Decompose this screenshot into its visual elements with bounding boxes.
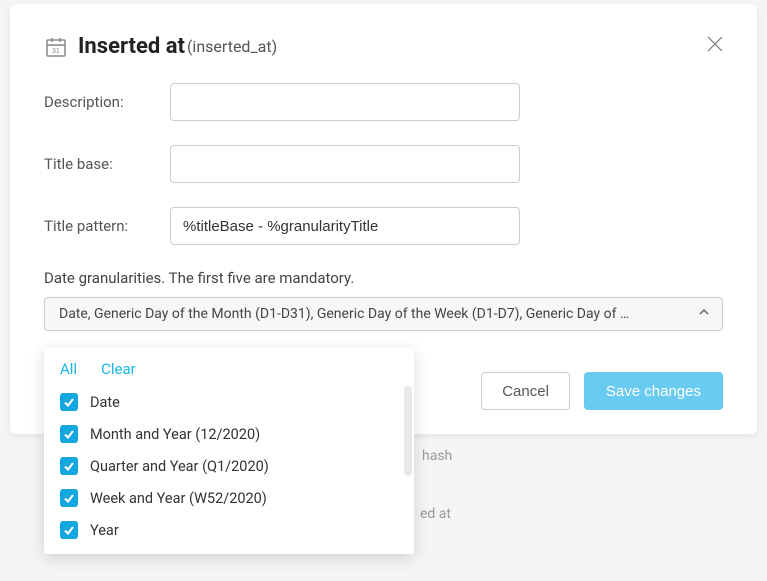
modal-header: 31 Inserted at (inserted_at): [44, 34, 723, 59]
background-text: ed at: [420, 506, 451, 522]
title-pattern-input[interactable]: [170, 207, 520, 245]
scrollbar[interactable]: [404, 386, 412, 476]
check-icon: [63, 524, 75, 536]
close-icon: [706, 35, 724, 53]
description-input[interactable]: [170, 83, 520, 121]
check-icon: [63, 460, 75, 472]
select-all-link[interactable]: All: [60, 360, 77, 378]
checkbox-row-date[interactable]: Date: [44, 386, 414, 418]
description-row: Description:: [44, 83, 723, 121]
checkbox-row-week-year[interactable]: Week and Year (W52/2020): [44, 482, 414, 514]
granularity-dropdown[interactable]: Date, Generic Day of the Month (D1-D31),…: [44, 297, 723, 331]
granularity-selected-summary: Date, Generic Day of the Month (D1-D31),…: [59, 306, 629, 322]
cancel-button[interactable]: Cancel: [481, 372, 570, 410]
background-text: hash: [422, 448, 452, 464]
title-pattern-row: Title pattern:: [44, 207, 723, 245]
checkbox-checked[interactable]: [60, 425, 78, 443]
modal-field-name: (inserted_at): [187, 37, 277, 56]
checkbox-list: Date Month and Year (12/2020) Quarter an…: [44, 386, 414, 546]
check-icon: [63, 396, 75, 408]
dropdown-actions: All Clear: [44, 358, 414, 386]
checkbox-checked[interactable]: [60, 457, 78, 475]
checkbox-row-year[interactable]: Year: [44, 514, 414, 546]
title-pattern-label: Title pattern:: [44, 217, 170, 235]
checkbox-label: Month and Year (12/2020): [90, 426, 260, 443]
checkbox-label: Week and Year (W52/2020): [90, 490, 267, 507]
check-icon: [63, 492, 75, 504]
calendar-icon: 31: [44, 35, 68, 59]
clear-all-link[interactable]: Clear: [101, 360, 136, 378]
checkbox-label: Date: [90, 394, 120, 411]
close-button[interactable]: [703, 32, 727, 56]
granularity-dropdown-panel: All Clear Date Month and Year (12/2020) …: [44, 348, 414, 554]
checkbox-label: Quarter and Year (Q1/2020): [90, 458, 269, 475]
title-base-input[interactable]: [170, 145, 520, 183]
modal-title: Inserted at: [78, 34, 185, 59]
checkbox-checked[interactable]: [60, 393, 78, 411]
title-base-row: Title base:: [44, 145, 723, 183]
checkbox-row-month-year[interactable]: Month and Year (12/2020): [44, 418, 414, 450]
chevron-up-icon: [698, 306, 710, 322]
modal-actions: Cancel Save changes: [481, 372, 723, 410]
granularity-heading: Date granularities. The first five are m…: [44, 269, 723, 287]
title-base-label: Title base:: [44, 155, 170, 173]
check-icon: [63, 428, 75, 440]
checkbox-label: Year: [90, 522, 119, 539]
checkbox-row-quarter-year[interactable]: Quarter and Year (Q1/2020): [44, 450, 414, 482]
description-label: Description:: [44, 93, 170, 111]
save-button[interactable]: Save changes: [584, 372, 723, 410]
checkbox-checked[interactable]: [60, 489, 78, 507]
checkbox-checked[interactable]: [60, 521, 78, 539]
svg-text:31: 31: [52, 48, 60, 55]
